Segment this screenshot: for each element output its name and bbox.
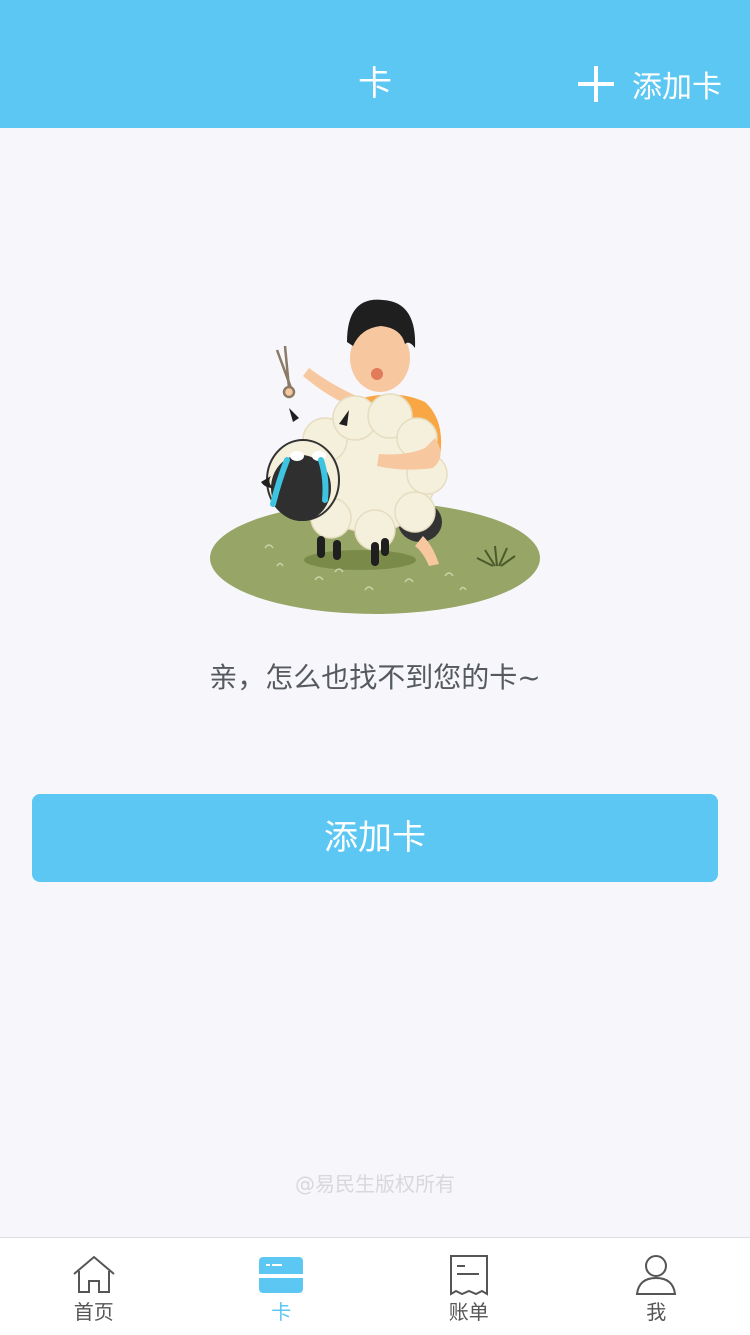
empty-state-illustration [205,290,545,620]
tab-me[interactable]: 我 [563,1238,750,1335]
bottom-tab-bar: 首页 卡 账单 我 [0,1237,750,1335]
tab-home[interactable]: 首页 [0,1238,188,1335]
tab-card[interactable]: 卡 [188,1238,376,1335]
tab-card-label: 卡 [188,1298,376,1326]
empty-state-message: 亲，怎么也找不到您的卡~ [0,656,750,700]
home-icon [71,1254,117,1296]
add-card-button[interactable]: 添加卡 [32,794,718,882]
card-icon [258,1254,304,1296]
plus-icon [578,66,614,102]
tab-bill[interactable]: 账单 [375,1238,563,1335]
copyright-text: @易民生版权所有 [0,1168,750,1200]
tab-home-label: 首页 [0,1298,188,1326]
tab-bill-label: 账单 [375,1298,563,1326]
top-nav-bar: 卡 添加卡 [0,0,750,128]
tab-me-label: 我 [563,1298,750,1326]
add-card-nav-label: 添加卡 [632,62,722,106]
bill-icon [446,1254,492,1296]
person-icon [633,1254,679,1296]
add-card-nav-button[interactable]: 添加卡 [578,58,722,110]
